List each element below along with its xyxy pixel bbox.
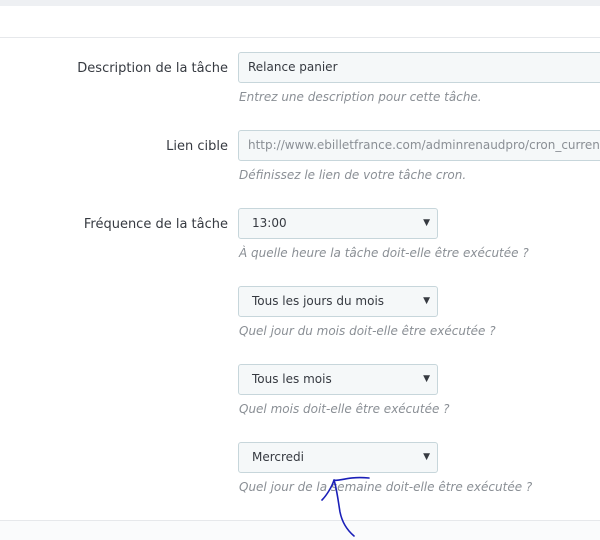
weekday-help: Quel jour de la semaine doit-elle être e… [239, 480, 533, 494]
weekday-select[interactable]: Mercredi ▼ [238, 442, 438, 473]
target-link-label: Lien cible [166, 139, 228, 154]
month-help: Quel mois doit-elle être exécutée ? [239, 402, 450, 416]
day-of-month-help: Quel jour du mois doit-elle être exécuté… [239, 324, 496, 338]
form-top-divider [0, 37, 600, 38]
caret-down-icon: ▼ [423, 296, 430, 306]
form-footer [0, 520, 600, 540]
day-of-month-select[interactable]: Tous les jours du mois ▼ [238, 286, 438, 317]
caret-down-icon: ▼ [423, 452, 430, 462]
hour-select[interactable]: 13:00 ▼ [238, 208, 438, 239]
description-input[interactable]: Relance panier [238, 52, 600, 83]
weekday-select-value: Mercredi [252, 450, 305, 464]
day-of-month-select-value: Tous les jours du mois [252, 294, 385, 308]
hour-select-value: 13:00 [252, 216, 287, 230]
month-select-value: Tous les mois [252, 372, 332, 386]
frequency-label: Fréquence de la tâche [83, 217, 228, 232]
caret-down-icon: ▼ [423, 218, 430, 228]
month-select[interactable]: Tous les mois ▼ [238, 364, 438, 395]
target-link-help: Définissez le lien de votre tâche cron. [239, 168, 467, 182]
hour-help: À quelle heure la tâche doit-elle être e… [239, 246, 529, 260]
description-label: Description de la tâche [77, 61, 228, 76]
top-bar [0, 0, 600, 6]
target-link-input[interactable]: http://www.ebilletfrance.com/adminrenaud… [238, 130, 600, 161]
caret-down-icon: ▼ [423, 374, 430, 384]
description-help: Entrez une description pour cette tâche. [239, 90, 482, 104]
